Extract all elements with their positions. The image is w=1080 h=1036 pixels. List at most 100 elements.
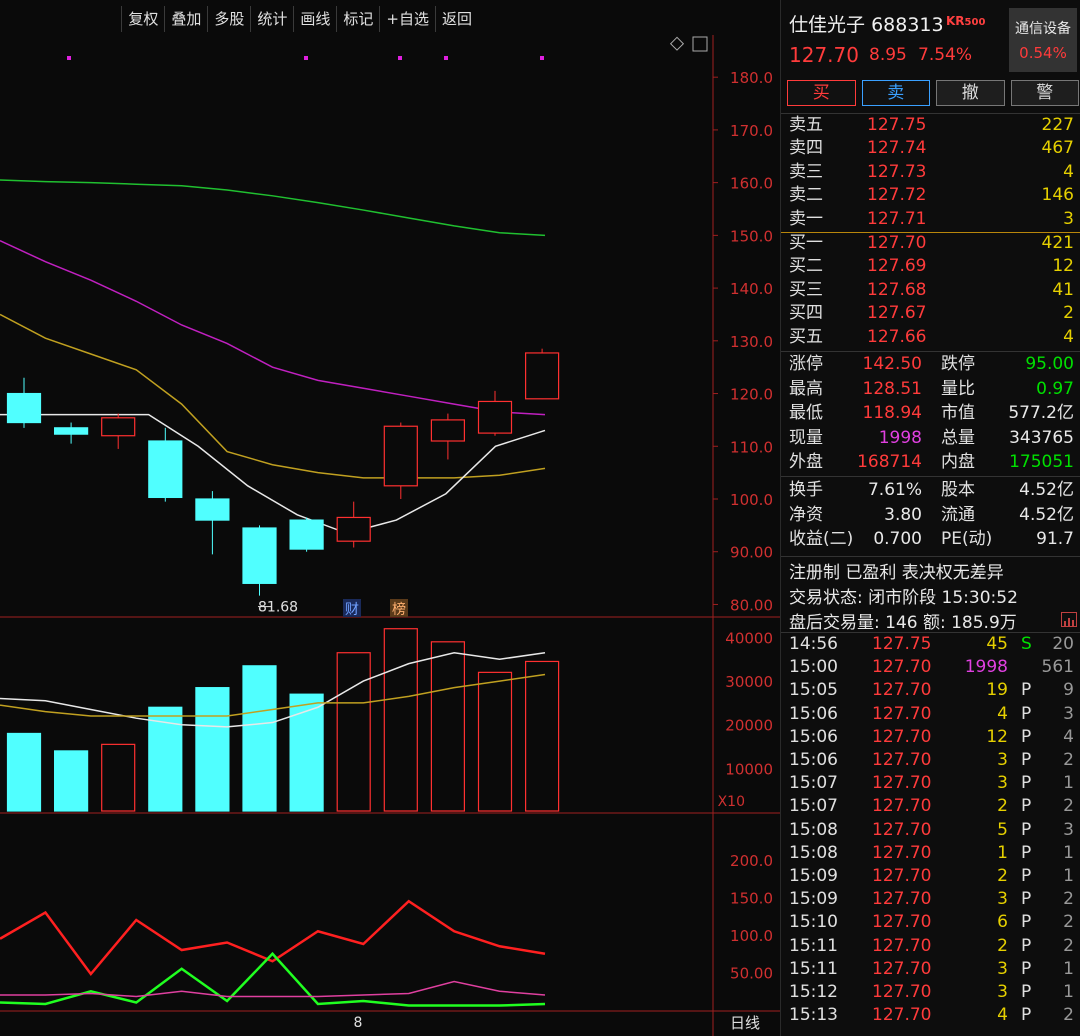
price-tick-label: 180.0 — [730, 69, 773, 87]
tick-row: 15:06 127.70 12 P 4 — [789, 726, 1074, 749]
kline-chart-area[interactable]: 180.0 170.0 160.0 150.0 140.0 130.0 120.0 110.0… — [0, 0, 780, 1036]
price-tick-label: 160.0 — [730, 175, 773, 193]
level-volume: 12 — [1052, 256, 1074, 277]
tick-row: 15:08 127.70 1 P 1 — [789, 842, 1074, 865]
toolbar-button[interactable]: 统计 — [250, 6, 293, 32]
level-label: 买四 — [789, 303, 823, 324]
tick-volume: 3 — [997, 773, 1008, 794]
tick-time: 15:10 — [789, 912, 838, 933]
volume-bar — [524, 660, 560, 812]
tick-price: 127.70 — [872, 819, 932, 840]
tick-price: 127.70 — [872, 1005, 932, 1026]
tick-volume: 4 — [997, 703, 1008, 724]
event-marker — [398, 56, 402, 60]
tick-volume: 1 — [997, 842, 1008, 863]
chart-icon[interactable] — [1061, 612, 1077, 627]
diamond-icon — [669, 36, 685, 51]
sector-button[interactable]: 通信设备 0.54% — [1009, 8, 1077, 72]
ranking-marker-label: 榜 — [392, 601, 406, 618]
tick-time: 15:06 — [789, 750, 838, 770]
tick-volume: 2 — [997, 935, 1008, 956]
price-tick-label: 90.00 — [730, 544, 773, 562]
ask-row: 卖三 127.73 4 — [789, 161, 1074, 184]
divider — [781, 556, 1080, 557]
tick-row: 15:11 127.70 3 P 1 — [789, 958, 1074, 981]
tick-time: 15:12 — [789, 982, 838, 1002]
last-price: 127.70 — [789, 43, 859, 67]
tick-time: 15:00 — [789, 657, 838, 678]
low-price-annotation: 81.68 — [258, 600, 298, 616]
stat-value: 175051 — [1009, 452, 1074, 473]
level-volume: 4 — [1063, 326, 1074, 347]
tick-price: 127.70 — [872, 726, 932, 747]
tick-time: 15:08 — [789, 819, 838, 840]
volume-tick-label: 20000 — [725, 717, 773, 735]
tick-flag: P — [1021, 958, 1032, 979]
stat-value: 0.700 — [873, 529, 922, 549]
cancel-order-button[interactable]: 撤 — [936, 80, 1005, 106]
tick-flag: P — [1021, 680, 1032, 701]
buy-button[interactable]: 买 — [787, 80, 856, 106]
tick-row: 15:07 127.70 2 P 2 — [789, 795, 1074, 818]
level-price: 127.73 — [867, 161, 927, 182]
stat-row: 外盘 168714 内盘 175051 — [789, 450, 1074, 474]
toolbar-button[interactable]: 叠加 — [164, 6, 207, 32]
level-label: 买二 — [789, 256, 823, 277]
volume-unit-label: X10 — [718, 794, 745, 810]
toolbar-button[interactable]: 多股 — [207, 6, 250, 32]
alert-button[interactable]: 警 — [1010, 80, 1079, 106]
toolbar-button[interactable]: 画线 — [293, 6, 336, 32]
tick-count: 4 — [1063, 726, 1074, 747]
tick-count: 1 — [1063, 866, 1074, 886]
ask-row: 卖四 127.74 467 — [789, 137, 1074, 160]
volume-bar — [383, 628, 418, 812]
tick-price: 127.70 — [872, 982, 932, 1002]
tick-flag: S — [1021, 634, 1032, 654]
bid-row: 买五 127.66 4 — [789, 326, 1074, 349]
toolbar-button[interactable]: 返回 — [434, 6, 478, 32]
tick-price: 127.70 — [872, 958, 932, 979]
panel-toggle-icon — [692, 36, 708, 52]
toolbar-button[interactable]: 复权 — [121, 6, 164, 32]
stat-value: 577.2亿 — [1008, 403, 1074, 424]
candle-body — [524, 352, 560, 400]
tick-price: 127.70 — [872, 773, 932, 794]
level-price: 127.68 — [867, 279, 927, 300]
tick-price: 127.70 — [872, 842, 932, 863]
tick-flag: P — [1021, 726, 1032, 747]
divider — [781, 476, 1080, 477]
sell-button[interactable]: 卖 — [861, 80, 930, 106]
tick-price: 127.70 — [872, 680, 932, 701]
candle-body — [148, 440, 183, 499]
price-tick-label: 100.0 — [730, 491, 773, 509]
tick-flag: P — [1021, 982, 1032, 1002]
ask-row: 卖二 127.72 146 — [789, 184, 1074, 207]
tick-flag: P — [1021, 935, 1032, 956]
toolbar-button[interactable]: +自选 — [379, 6, 435, 32]
price-tick-label: 170.0 — [730, 122, 773, 140]
level-price: 127.72 — [867, 185, 927, 206]
candle-body — [6, 392, 42, 424]
level-label: 买五 — [789, 326, 823, 347]
stat-value: 4.52亿 — [1019, 504, 1074, 525]
stat-label: 流通 — [941, 504, 975, 525]
price-tick-label: 130.0 — [730, 333, 773, 351]
tick-volume: 1998 — [964, 657, 1008, 678]
price-tick-label: 150.0 — [730, 227, 773, 245]
chart-svg[interactable]: 180.0 170.0 160.0 150.0 140.0 130.0 120.0 110.0… — [0, 0, 780, 1036]
event-marker — [444, 56, 448, 60]
tick-volume: 4 — [997, 1005, 1008, 1026]
bid-row: 买四 127.67 2 — [789, 302, 1074, 325]
stat-row: 最高 128.51 量比 0.97 — [789, 377, 1074, 401]
tick-flag: P — [1021, 866, 1032, 886]
event-marker — [67, 56, 71, 60]
tick-price: 127.70 — [872, 750, 932, 770]
toolbar-button[interactable]: 标记 — [336, 6, 379, 32]
level-price: 127.70 — [867, 233, 927, 253]
ask-row: 卖一 127.71 3 — [789, 208, 1074, 231]
level-label: 卖一 — [789, 208, 823, 229]
tick-count: 1 — [1063, 842, 1074, 863]
tick-flag: P — [1021, 819, 1032, 840]
tick-volume: 45 — [986, 634, 1008, 654]
price-tick-label: 80.00 — [730, 596, 773, 614]
